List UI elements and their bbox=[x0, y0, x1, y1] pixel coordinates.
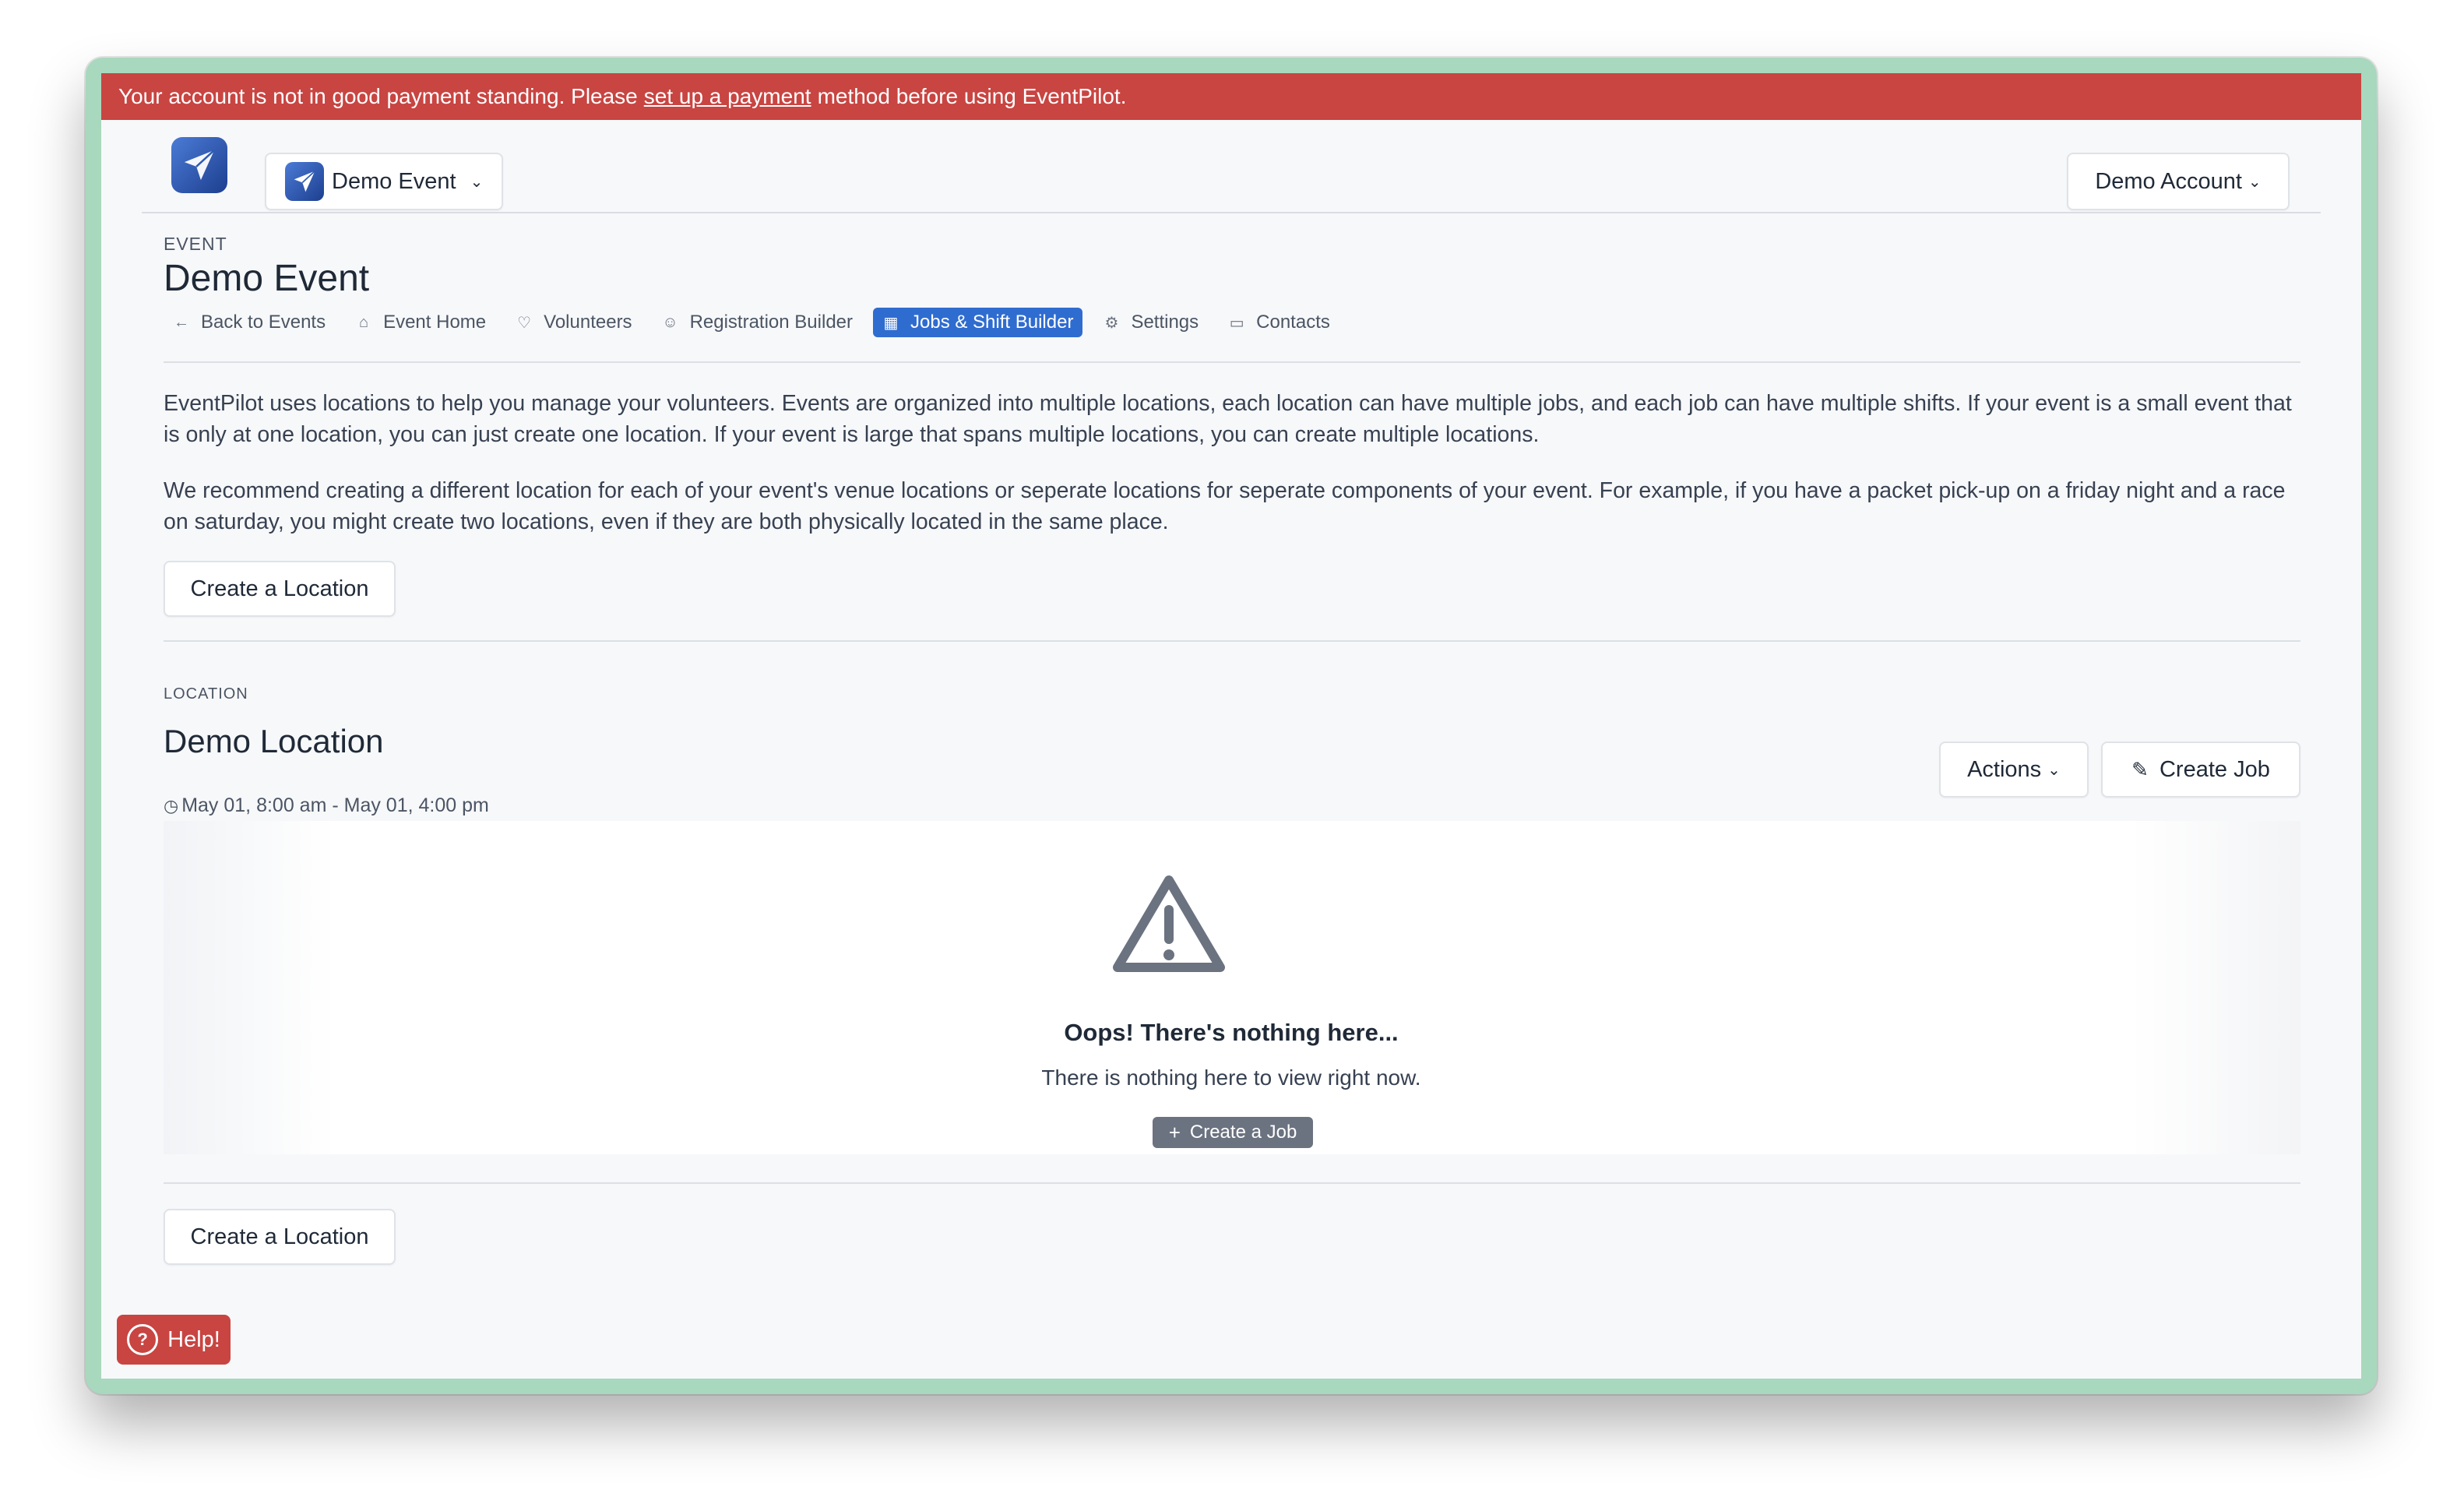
tab-contacts[interactable]: ▭ Contacts bbox=[1219, 308, 1339, 337]
chevron-down-icon: ⌄ bbox=[2047, 761, 2061, 779]
section-divider bbox=[164, 361, 2300, 363]
tab-back-to-events[interactable]: ← Back to Events bbox=[164, 308, 335, 337]
create-location-button[interactable]: Create a Location bbox=[164, 561, 396, 617]
actions-label: Actions bbox=[1967, 756, 2042, 782]
create-a-job-button[interactable]: + Create a Job bbox=[1153, 1117, 1313, 1148]
app-window: Your account is not in good payment stan… bbox=[86, 58, 2377, 1394]
help-label: Help! bbox=[167, 1326, 220, 1352]
create-job-button[interactable]: ✎ Create Job bbox=[2101, 741, 2300, 798]
banner-text-after: method before using EventPilot. bbox=[817, 84, 1127, 108]
question-circle-icon: ? bbox=[127, 1324, 159, 1355]
tab-label: Event Home bbox=[383, 312, 487, 333]
edit-icon: ✎ bbox=[2131, 757, 2149, 781]
heart-icon: ♡ bbox=[517, 314, 532, 332]
tab-volunteers[interactable]: ♡ Volunteers bbox=[506, 308, 641, 337]
paper-plane-icon[interactable] bbox=[171, 137, 227, 193]
paper-plane-icon bbox=[285, 162, 324, 201]
banner-text-before: Your account is not in good payment stan… bbox=[118, 84, 638, 108]
empty-state-panel bbox=[164, 821, 2300, 1154]
account-menu-button[interactable]: Demo Account ⌄ bbox=[2067, 153, 2290, 210]
location-time: ◷ May 01, 8:00 am - May 01, 4:00 pm bbox=[164, 794, 489, 817]
tab-event-home[interactable]: ⌂ Event Home bbox=[346, 308, 495, 337]
actions-button[interactable]: Actions ⌄ bbox=[1939, 741, 2089, 798]
tab-label: Jobs & Shift Builder bbox=[910, 312, 1074, 333]
help-button[interactable]: ? Help! bbox=[117, 1315, 231, 1365]
warning-triangle-icon bbox=[1113, 875, 1225, 972]
section-divider bbox=[164, 1182, 2300, 1184]
intro-paragraph-2: We recommend creating a different locati… bbox=[164, 478, 2286, 534]
location-title: Demo Location bbox=[164, 723, 384, 759]
grid-icon: ▦ bbox=[883, 314, 899, 332]
tab-jobs-shift-builder[interactable]: ▦ Jobs & Shift Builder bbox=[873, 308, 1083, 337]
setup-payment-link[interactable]: set up a payment bbox=[644, 84, 811, 109]
tab-settings[interactable]: ⚙ Settings bbox=[1093, 308, 1208, 337]
smiley-icon: ☺ bbox=[662, 313, 678, 331]
chevron-down-icon: ⌄ bbox=[2248, 173, 2262, 191]
arrow-left-icon: ← bbox=[174, 313, 189, 331]
page-title: Demo Event bbox=[164, 258, 370, 299]
plus-icon: + bbox=[1168, 1120, 1181, 1144]
app-content: Your account is not in good payment stan… bbox=[101, 73, 2361, 1379]
create-job-label: Create Job bbox=[2159, 756, 2270, 782]
home-icon: ⌂ bbox=[359, 313, 369, 331]
location-time-text: May 01, 8:00 am - May 01, 4:00 pm bbox=[181, 794, 489, 816]
clock-icon: ◷ bbox=[164, 795, 179, 815]
tab-label: Registration Builder bbox=[689, 312, 853, 333]
header-divider bbox=[142, 212, 2321, 213]
gear-icon: ⚙ bbox=[1104, 314, 1119, 332]
tab-registration-builder[interactable]: ☺ Registration Builder bbox=[653, 308, 862, 337]
tab-label: Contacts bbox=[1256, 312, 1330, 333]
event-tabs: ← Back to Events ⌂ Event Home ♡ Voluntee… bbox=[164, 307, 1350, 338]
location-section-label: LOCATION bbox=[164, 685, 248, 703]
section-divider bbox=[164, 640, 2300, 642]
chevron-down-icon: ⌄ bbox=[470, 173, 484, 191]
intro-paragraph-1: EventPilot uses locations to help you ma… bbox=[164, 391, 2292, 447]
tab-label: Volunteers bbox=[544, 312, 632, 333]
payment-warning-banner: Your account is not in good payment stan… bbox=[101, 73, 2361, 120]
account-menu-label: Demo Account bbox=[2095, 168, 2242, 194]
empty-state-subtitle: There is nothing here to view right now. bbox=[1041, 1065, 1421, 1090]
tab-label: Settings bbox=[1131, 312, 1199, 333]
event-switcher-button[interactable]: Demo Event ⌄ bbox=[265, 153, 503, 210]
tab-label: Back to Events bbox=[201, 312, 326, 333]
event-switcher-label: Demo Event bbox=[332, 168, 456, 194]
briefcase-icon: ▭ bbox=[1229, 314, 1244, 332]
create-a-job-label: Create a Job bbox=[1189, 1122, 1297, 1143]
create-location-button-bottom[interactable]: Create a Location bbox=[164, 1209, 396, 1265]
event-section-label: EVENT bbox=[164, 234, 227, 254]
empty-state-title: Oops! There's nothing here... bbox=[1064, 1019, 1399, 1046]
